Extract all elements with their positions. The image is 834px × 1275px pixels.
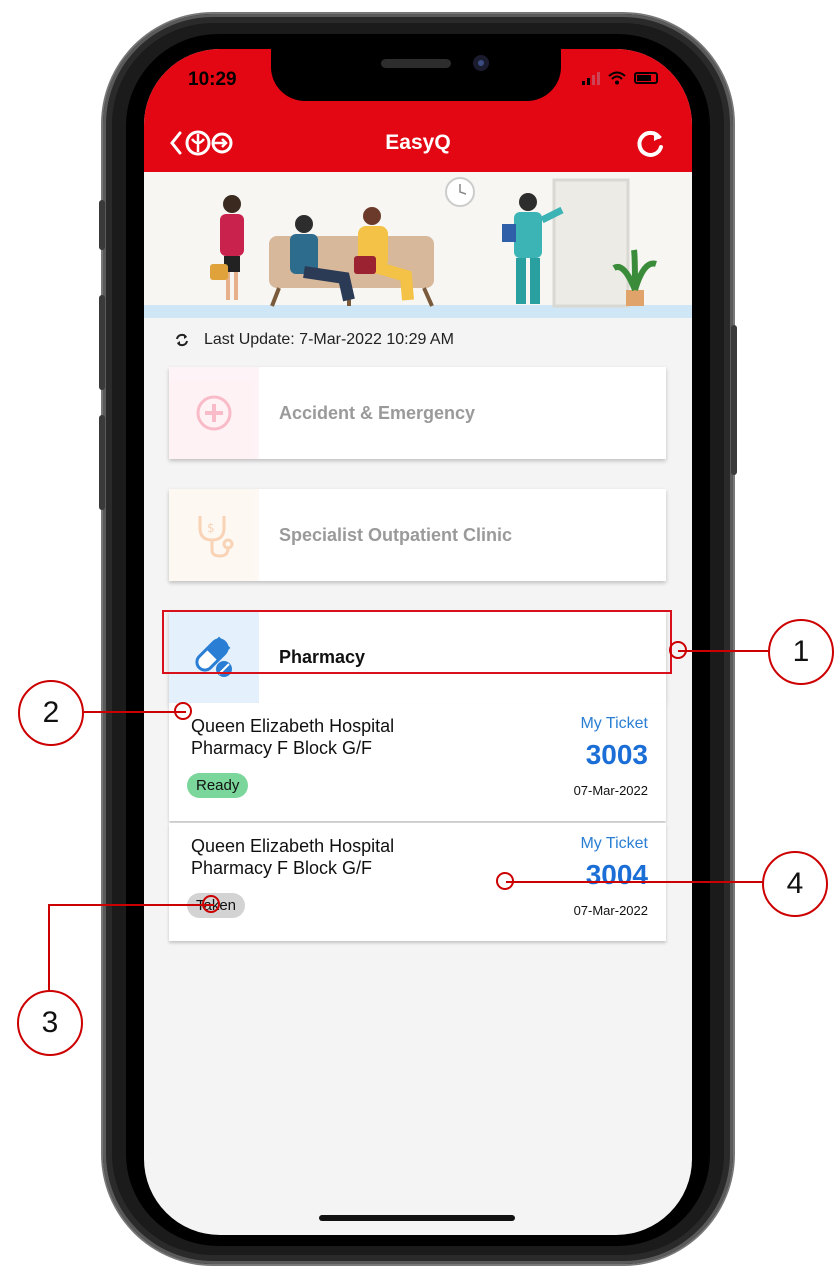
callout-line-2 [84, 711, 186, 713]
volume-down-button [99, 415, 105, 510]
stethoscope-icon: $ [169, 489, 259, 581]
plus-circle-icon [169, 367, 259, 459]
app-header: 10:29 EasyQ [144, 49, 692, 172]
callout-line-4 [506, 881, 764, 883]
callout-anchor-3 [202, 895, 220, 913]
service-card-accident-emergency[interactable]: Accident & Emergency [169, 367, 666, 459]
location-name: Pharmacy F Block G/F [191, 738, 373, 758]
last-update-row: Last Update: 7-Mar-2022 10:29 AM [174, 331, 454, 349]
callout-1: 1 [768, 619, 834, 685]
service-card-specialist-outpatient[interactable]: $ Specialist Outpatient Clinic [169, 489, 666, 581]
callout-2: 2 [18, 680, 84, 746]
waiting-room-illustration [144, 177, 692, 318]
last-update-text: Last Update: 7-Mar-2022 10:29 AM [204, 331, 454, 348]
hospital-name: Queen Elizabeth Hospital [191, 836, 395, 856]
callout-anchor-1 [669, 641, 687, 659]
phone-notch [271, 49, 561, 101]
callout-line-3 [48, 904, 214, 906]
waiting-room-banner [144, 172, 692, 318]
callout-3: 3 [17, 990, 83, 1056]
hospital-name: Queen Elizabeth Hospital [191, 716, 395, 736]
home-indicator[interactable] [319, 1215, 515, 1221]
status-icons [582, 71, 658, 85]
ticket-date: 07-Mar-2022 [573, 903, 648, 918]
ticket-card[interactable]: Queen Elizabeth Hospital Pharmacy F Bloc… [169, 703, 666, 821]
refresh-button[interactable] [634, 127, 668, 161]
ticket-location: Queen Elizabeth Hospital Pharmacy F Bloc… [191, 835, 394, 879]
app-title: EasyQ [385, 131, 451, 154]
service-label: Accident & Emergency [279, 402, 476, 423]
location-name: Pharmacy F Block G/F [191, 858, 373, 878]
svg-text:$: $ [207, 521, 215, 535]
callout-anchor-2 [174, 702, 192, 720]
sync-icon [176, 333, 188, 347]
ticket-label: My Ticket [580, 835, 648, 852]
battery-icon [634, 72, 658, 84]
refresh-icon [637, 130, 663, 157]
power-button [731, 325, 737, 475]
signal-icon [582, 71, 600, 85]
status-time: 10:29 [188, 69, 237, 90]
wifi-icon [608, 71, 626, 85]
status-badge: Ready [187, 773, 249, 798]
volume-up-button [99, 295, 105, 390]
mute-switch [99, 200, 105, 250]
callout-line-1 [678, 650, 770, 652]
callout-4: 4 [762, 851, 828, 917]
ticket-number: 3003 [585, 739, 648, 770]
ticket-location: Queen Elizabeth Hospital Pharmacy F Bloc… [191, 715, 394, 759]
service-label: Specialist Outpatient Clinic [279, 524, 513, 545]
callout-anchor-4 [496, 872, 514, 890]
ticket-label: My Ticket [580, 715, 648, 732]
pharmacy-highlight-box [162, 610, 672, 674]
ticket-number: 3004 [585, 859, 648, 890]
ticket-date: 07-Mar-2022 [573, 783, 648, 798]
callout-line-3-vertical [48, 904, 50, 990]
